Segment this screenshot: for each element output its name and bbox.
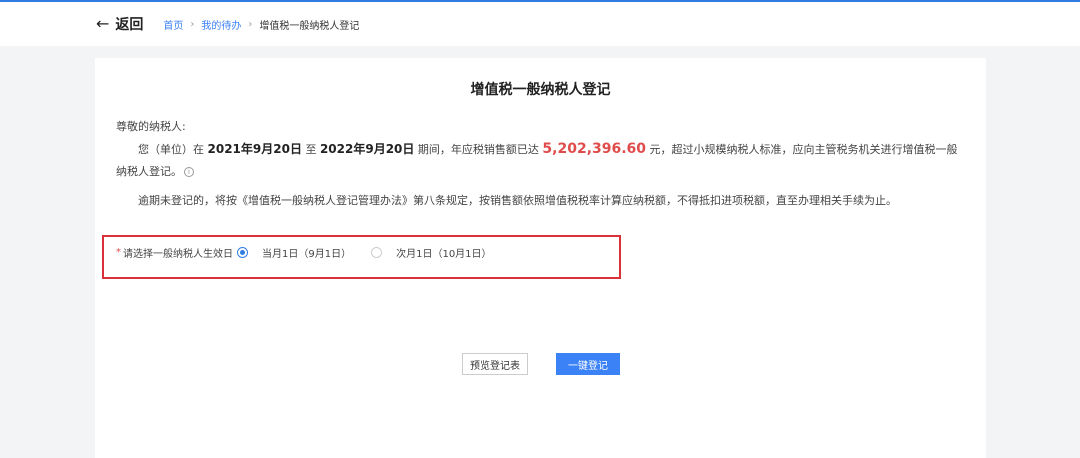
back-button[interactable]: ← 返回 bbox=[96, 14, 143, 34]
sales-amount: 5,202,396.60 bbox=[542, 141, 647, 157]
breadcrumb-todo[interactable]: 我的待办 bbox=[201, 17, 241, 32]
chevron-right-icon: › bbox=[248, 18, 253, 30]
effective-date-field: * 请选择一般纳税人生效日 当月1日（9月1日） 次月1日（10月1日） bbox=[116, 244, 492, 260]
radio-option-next-month[interactable]: 次月1日（10月1日） bbox=[371, 245, 492, 260]
one-click-register-button[interactable]: 一键登记 bbox=[556, 353, 620, 375]
chevron-right-icon: › bbox=[190, 18, 195, 30]
notice-text: 您（单位）在 bbox=[138, 143, 208, 156]
greeting-text: 尊敬的纳税人: bbox=[116, 120, 186, 133]
radio-option-label: 当月1日（9月1日） bbox=[262, 248, 352, 260]
breadcrumb: 首页 › 我的待办 › 增值税一般纳税人登记 bbox=[163, 17, 359, 32]
radio-option-label: 次月1日（10月1日） bbox=[396, 248, 492, 260]
start-date: 2021年9月20日 bbox=[207, 142, 302, 156]
arrow-left-icon: ← bbox=[96, 14, 110, 33]
page-title: 增值税一般纳税人登记 bbox=[470, 82, 611, 98]
required-mark: * bbox=[116, 246, 121, 258]
notice-text: 期间，年应税销售额已达 bbox=[414, 143, 543, 156]
notice-text: 至 bbox=[301, 143, 320, 156]
effective-date-label: 请选择一般纳税人生效日 bbox=[123, 248, 233, 260]
radio-unchecked-icon[interactable] bbox=[371, 246, 383, 258]
notice-paragraph: 您（单位）在 2021年9月20日 至 2022年9月20日 期间，年应税销售额… bbox=[116, 138, 966, 183]
breadcrumb-home[interactable]: 首页 bbox=[163, 17, 183, 32]
end-date: 2022年9月20日 bbox=[319, 142, 415, 156]
breadcrumb-current: 增值税一般纳税人登记 bbox=[259, 20, 360, 32]
penalty-paragraph: 逾期未登记的，将按《增值税一般纳税人登记管理办法》第八条规定，按销售额依照增值税… bbox=[138, 194, 897, 207]
registration-card: 增值税一般纳税人登记 尊敬的纳税人: 您（单位）在 2021年9月20日 至 2… bbox=[95, 58, 986, 458]
radio-checked-icon[interactable] bbox=[237, 246, 248, 258]
preview-form-button[interactable]: 预览登记表 bbox=[462, 353, 528, 375]
info-icon[interactable]: i bbox=[184, 167, 194, 177]
header-bar: ← 返回 首页 › 我的待办 › 增值税一般纳税人登记 bbox=[0, 2, 1080, 46]
back-label: 返回 bbox=[115, 17, 144, 33]
radio-option-current-month[interactable]: 当月1日（9月1日） bbox=[237, 245, 351, 260]
